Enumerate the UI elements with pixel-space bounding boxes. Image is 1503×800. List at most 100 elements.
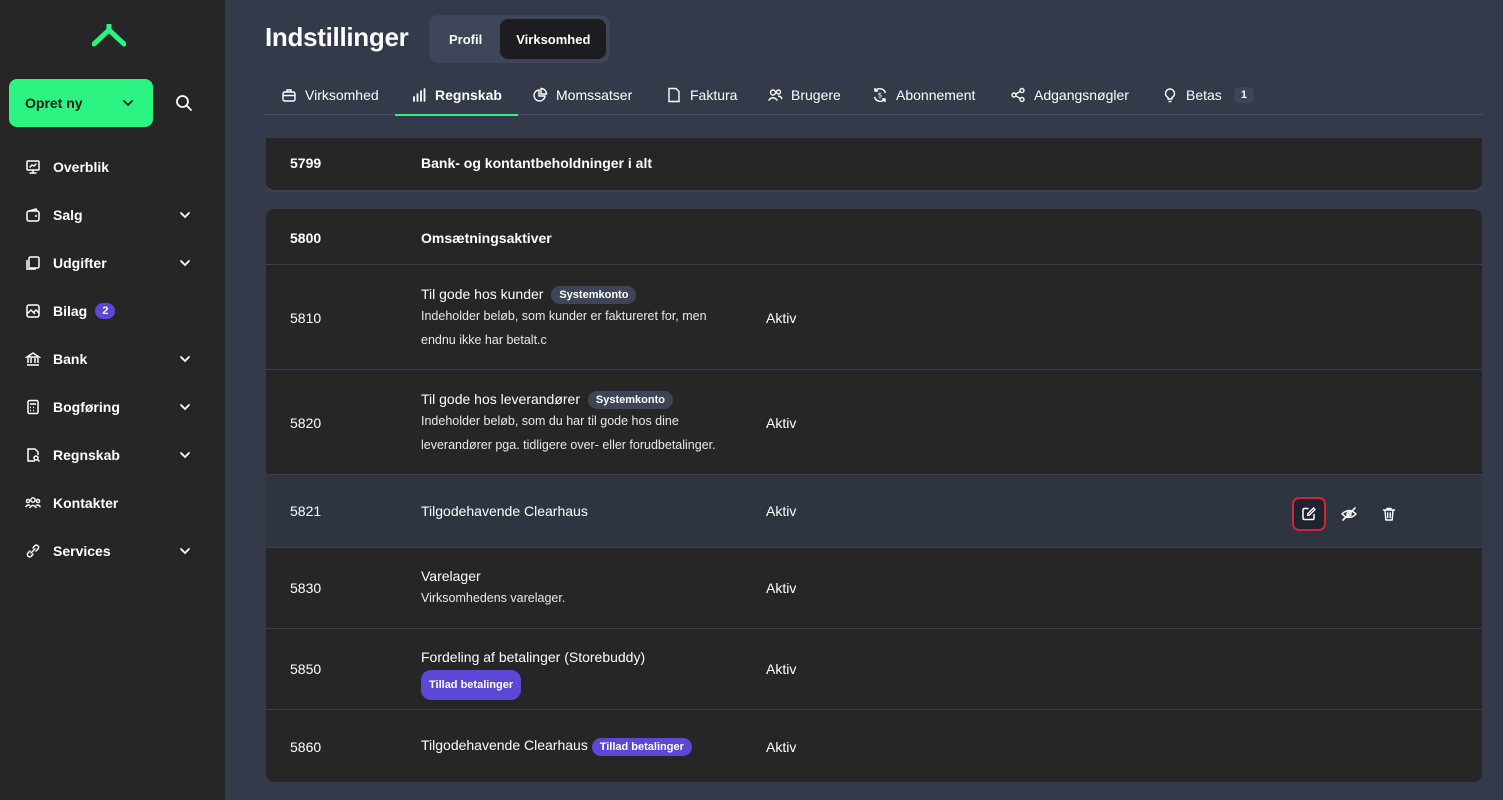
delete-button[interactable] [1372,497,1406,531]
bank-icon [25,351,41,367]
sidebar-item-label: Kontakter [53,495,119,511]
account-number: 5799 [290,155,322,171]
account-name: Tilgodehavende Clearhaus [421,737,588,753]
account-number: 5821 [290,503,322,519]
account-type: Aktiv [766,580,797,596]
segment-virksomhed[interactable]: Virksomhed [500,19,607,59]
edit-icon [1302,507,1316,521]
sidebar-item-bank[interactable]: Bank [0,335,225,383]
tab-label: Momssatser [556,86,633,103]
sidebar-item-label: Services [53,543,111,559]
sidebar-item-label: Udgifter [53,255,107,271]
segment-profil[interactable]: Profil [433,19,498,59]
sidebar-item-label: Regnskab [53,447,120,463]
sidebar-item-salg[interactable]: Salg [0,191,225,239]
sidebar-item-label: Salg [53,207,83,223]
tab-faktura[interactable]: Faktura [666,74,737,115]
account-description: Indeholder beløb, som du har til gode ho… [421,409,761,457]
account-type: Aktiv [766,415,797,431]
image-document-icon [25,303,41,319]
account-number: 5820 [290,415,322,431]
table-row[interactable]: 5860 Tilgodehavende Clearhaus Tillad bet… [266,710,1482,782]
summary-row-card: 5799 Bank- og kontantbeholdninger i alt [266,138,1482,190]
tab-label: Faktura [690,86,738,103]
tab-momssatser[interactable]: Momssatser [532,74,632,115]
table-row[interactable]: 5799 Bank- og kontantbeholdninger i alt [266,138,1482,190]
chevron-down-icon [180,212,190,219]
account-name: Til gode hos leverandører [421,391,581,407]
sidebar-nav: Overblik Salg Udgifter Bilag 2 Bank Bogf… [0,143,225,575]
table-row[interactable]: 5810 Til gode hos kunder Systemkonto Ind… [266,265,1482,370]
edit-button[interactable] [1292,497,1326,531]
account-description: Virksomhedens varelager. [421,586,741,610]
account-type: Aktiv [766,661,797,677]
tab-brugere[interactable]: Brugere [767,74,841,115]
hide-button[interactable] [1332,497,1366,531]
sidebar-item-udgifter[interactable]: Udgifter [0,239,225,287]
description-line: leverandører pga. tidligere over- eller … [421,438,716,452]
row-actions [1292,497,1412,531]
search-icon [176,95,192,111]
accounts-table-card: 5800 Omsætningsaktiver 5810 Til gode hos… [266,209,1482,782]
account-name: Til gode hos kunder [421,286,544,302]
description-line: Indeholder beløb, som kunder er fakturer… [421,309,707,323]
receipt-copy-icon [25,255,41,271]
table-row[interactable]: 5830 Varelager Virksomhedens varelager. … [266,548,1482,629]
table-row[interactable]: 5820 Til gode hos leverandører Systemkon… [266,370,1482,475]
tab-abonnement[interactable]: $ Abonnement [872,74,975,115]
account-number: 5850 [290,661,322,677]
account-name: Fordeling af betalinger (Storebuddy) [421,649,646,665]
bilag-count-badge: 2 [95,303,116,319]
sidebar-item-overblik[interactable]: Overblik [0,143,225,191]
sidebar-item-regnskab[interactable]: Regnskab [0,431,225,479]
sidebar-item-label: Bank [53,351,88,367]
description-line: endnu ikke har betalt.c [421,333,547,347]
chevron-down-icon [180,548,190,555]
account-name: Tilgodehavende Clearhaus [421,503,588,519]
sidebar-item-label: Overblik [53,159,110,175]
sidebar-item-label: Bogføring [53,399,120,415]
account-type: Aktiv [766,739,797,755]
group-header-row: 5800 Omsætningsaktiver [266,209,1482,265]
account-number: 5810 [290,310,322,326]
account-name: Varelager [421,568,481,584]
table-row[interactable]: 5821 Tilgodehavende Clearhaus Aktiv [266,475,1482,548]
account-number: 5800 [290,230,322,246]
account-name-cell: Tilgodehavende Clearhaus Tillad betaling… [421,737,692,756]
create-new-button[interactable]: Opret ny [9,79,153,127]
lightbulb-icon [1162,87,1178,103]
account-number: 5860 [290,739,322,755]
page-title: Indstillinger [265,22,409,52]
tab-label: Adgangsnøgler [1034,86,1129,103]
sidebar-item-bilag[interactable]: Bilag 2 [0,287,225,335]
system-account-tag: Systemkonto [551,286,637,304]
tab-adgangsnogler[interactable]: Adgangsnøgler [1010,74,1129,115]
sidebar-item-services[interactable]: Services [0,527,225,575]
allow-payments-tag: Tillad betalinger [591,738,692,756]
account-tag-cell: Tillad betalinger [421,670,741,700]
tab-regnskab[interactable]: Regnskab [395,74,518,116]
description-line: Virksomhedens varelager. [421,591,566,605]
allow-payments-tag: Tillad betalinger [421,670,522,700]
account-name-cell: Til gode hos kunder Systemkonto [421,286,637,304]
account-name-cell: Til gode hos leverandører Systemkonto [421,391,673,409]
betas-count-badge: 1 [1233,86,1254,103]
refresh-money-icon: $ [872,87,888,103]
brand-logo[interactable] [92,24,126,48]
account-description: Indeholder beløb, som kunder er fakturer… [421,304,741,352]
calculator-icon [25,399,41,415]
chevron-down-icon [123,100,133,106]
table-row[interactable]: 5850 Fordeling af betalinger (Storebuddy… [266,629,1482,710]
tab-label: Virksomhed [305,86,379,103]
users-icon [767,87,783,103]
tab-betas[interactable]: Betas 1 [1162,74,1254,115]
sidebar-item-kontakter[interactable]: Kontakter [0,479,225,527]
create-new-label: Opret ny [25,95,83,111]
chevron-down-icon [180,356,190,363]
search-button[interactable] [172,91,196,115]
scope-segmented-control: Profil Virksomhed [429,15,611,63]
tab-virksomhed[interactable]: Virksomhed [281,74,379,115]
tab-label: Regnskab [435,86,502,103]
document-icon [666,87,682,103]
sidebar-item-bogforing[interactable]: Bogføring [0,383,225,431]
